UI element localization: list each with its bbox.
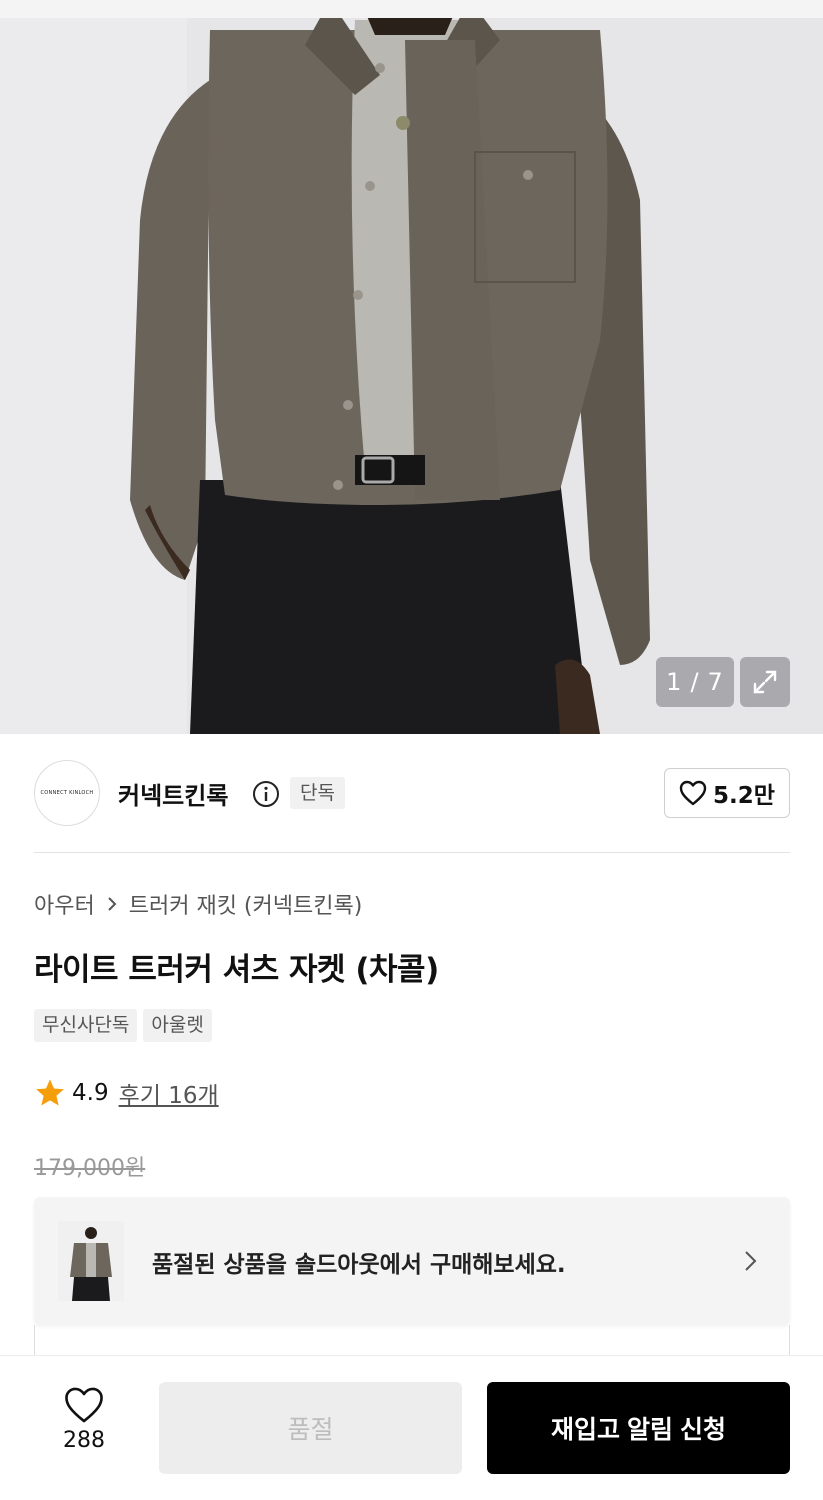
banner-text: 품절된 상품을 솔드아웃에서 구매해보세요. — [152, 1252, 566, 1278]
info-icon[interactable] — [252, 780, 280, 808]
original-price: 179,000원 — [34, 1156, 146, 1181]
status-bar-area — [0, 0, 823, 18]
restock-alert-button[interactable]: 재입고 알림 신청 — [487, 1382, 790, 1474]
breadcrumb-category[interactable]: 아우터 — [34, 888, 95, 920]
product-title: 라이트 트러커 셔츠 자켓 (차콜) — [34, 952, 439, 988]
tag-exclusive: 무신사단독 — [34, 1009, 138, 1042]
exclusive-badge: 단독 — [290, 777, 345, 809]
brand-row: CONNECT KINLOCH 커넥트킨록 단독 5.2만 — [34, 760, 790, 826]
reviews-link[interactable]: 후기 16개 — [119, 1076, 219, 1110]
brand-logo-text: CONNECT KINLOCH — [40, 790, 94, 796]
chevron-right-icon — [108, 897, 117, 911]
divider — [34, 852, 790, 853]
product-image-gallery[interactable]: 1 / 7 — [0, 0, 823, 734]
image-counter: 1 / 7 — [656, 657, 734, 707]
total-images: 7 — [707, 668, 724, 696]
soldout-button: 품절 — [159, 1382, 462, 1474]
counter-separator: / — [690, 668, 700, 696]
product-photo — [0, 0, 823, 734]
rating-row: 4.9 후기 16개 — [34, 1076, 219, 1110]
product-tags: 무신사단독 아울렛 — [34, 1009, 212, 1042]
chevron-right-icon — [745, 1251, 757, 1271]
brand-like-count: 5.2만 — [713, 783, 775, 809]
expand-arrows-icon — [753, 670, 777, 694]
star-icon — [36, 1079, 64, 1106]
expand-image-button[interactable] — [740, 657, 790, 707]
heart-outline-icon — [65, 1387, 103, 1423]
breadcrumb-subcategory[interactable]: 트러커 재킷 (커넥트킨록) — [129, 888, 363, 920]
brand-logo[interactable]: CONNECT KINLOCH — [34, 760, 100, 826]
wishlist-button[interactable]: 288 — [40, 1386, 128, 1466]
rating-score: 4.9 — [72, 1080, 109, 1106]
bottom-action-bar: 288 품절 재입고 알림 신청 — [0, 1355, 823, 1500]
breadcrumb: 아우터 트러커 재킷 (커넥트킨록) — [34, 888, 362, 920]
brand-like-button[interactable]: 5.2만 — [664, 768, 790, 818]
soldout-banner[interactable]: 품절된 상품을 솔드아웃에서 구매해보세요. — [34, 1197, 790, 1325]
tag-outlet: 아울렛 — [143, 1009, 212, 1042]
heart-outline-icon — [679, 780, 707, 806]
current-image-index: 1 — [666, 668, 683, 696]
brand-name[interactable]: 커넥트킨록 — [118, 776, 228, 811]
wishlist-count: 288 — [63, 1428, 105, 1453]
banner-product-thumbnail — [58, 1221, 124, 1301]
price-card-edge — [34, 1325, 790, 1355]
